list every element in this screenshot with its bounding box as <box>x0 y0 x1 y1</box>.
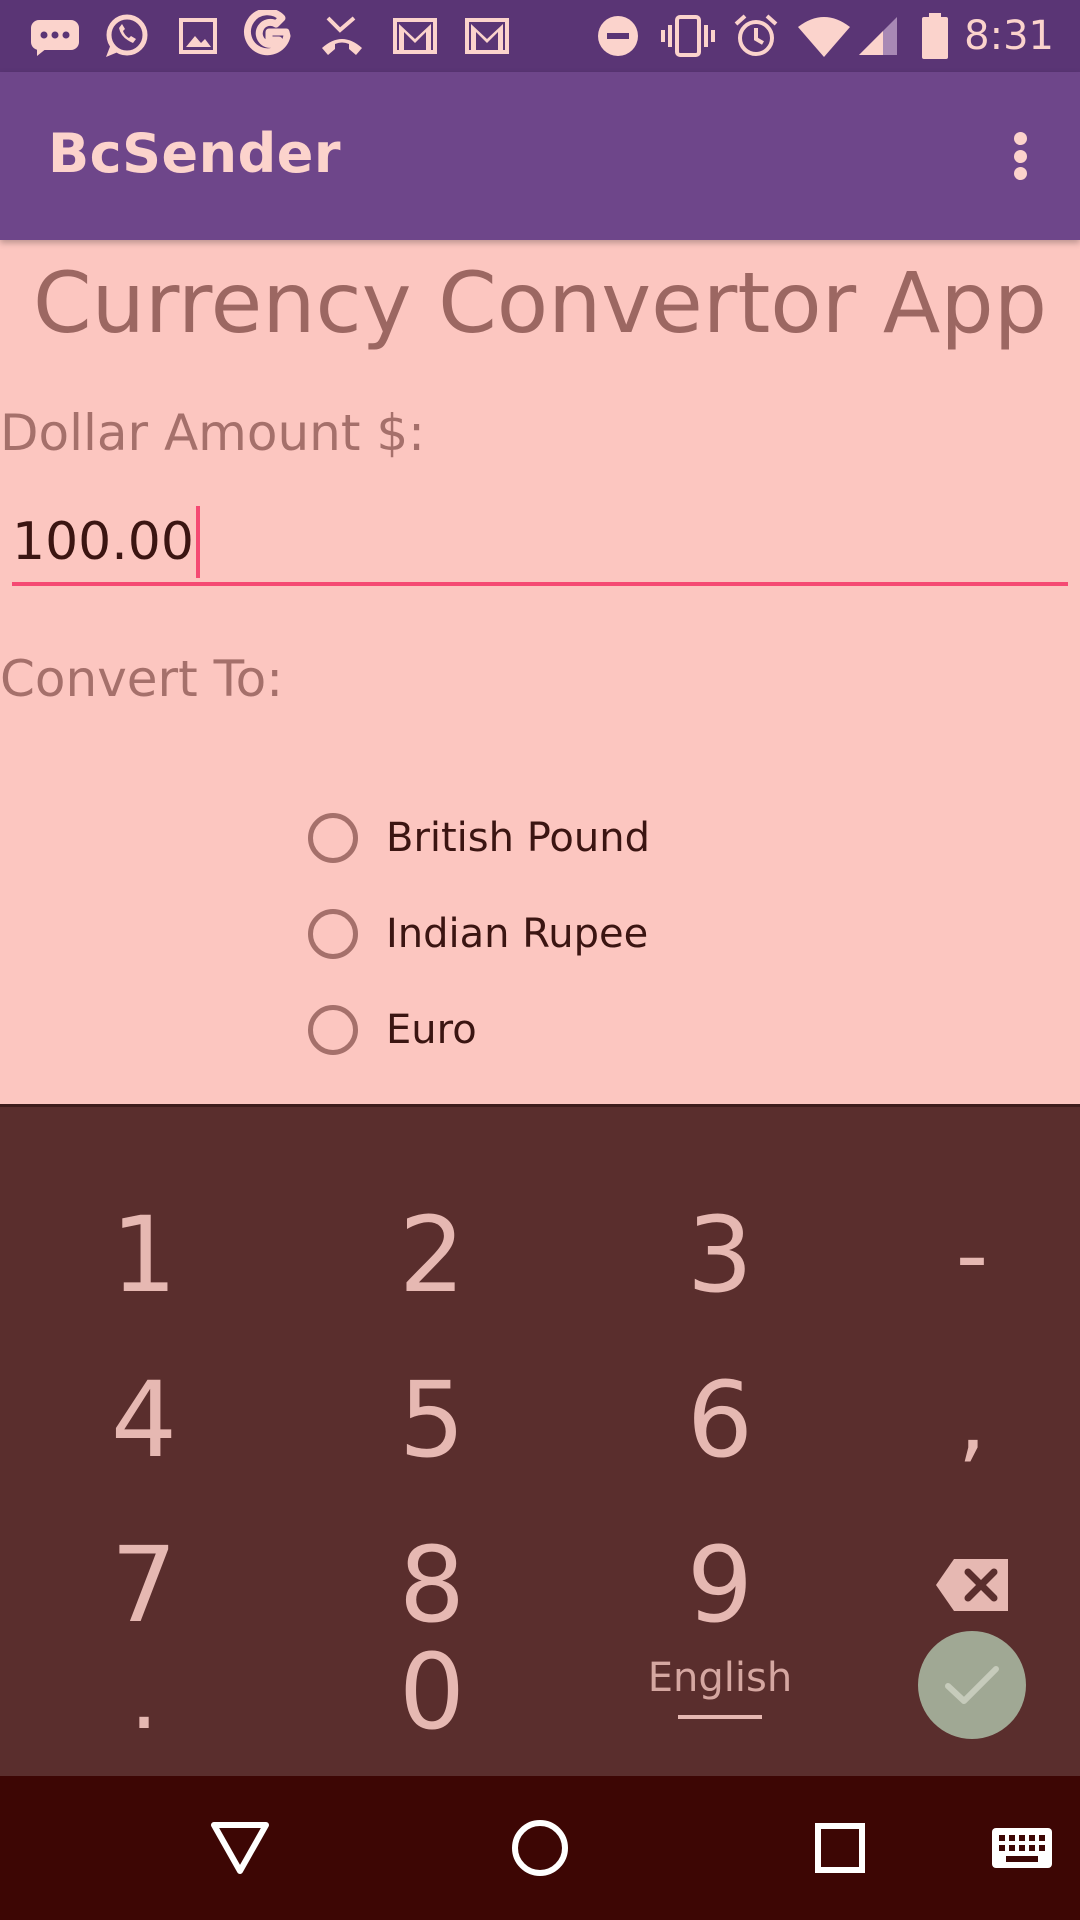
key-4[interactable]: 4 <box>44 1350 244 1490</box>
key-9[interactable]: 9 <box>620 1515 820 1655</box>
key-minus[interactable]: - <box>872 1185 1072 1325</box>
app-title: BcSender <box>48 122 342 185</box>
radio-label: British Pound <box>386 815 650 861</box>
messaging-icon <box>28 12 82 60</box>
do-not-disturb-icon <box>594 12 642 60</box>
convert-to-label: Convert To: <box>0 650 284 708</box>
radio-button-icon[interactable] <box>308 909 358 959</box>
wifi-icon <box>796 12 852 60</box>
status-bar: 8:31 <box>0 0 1080 72</box>
dollar-amount-label: Dollar Amount $: <box>0 404 425 462</box>
text-cursor <box>195 506 200 578</box>
key-2[interactable]: 2 <box>332 1185 532 1325</box>
dollar-amount-input[interactable]: 100.00 <box>12 496 1068 586</box>
key-6[interactable]: 6 <box>620 1350 820 1490</box>
alarm-icon <box>732 12 780 60</box>
numeric-keyboard: 1 2 3 - 4 5 6 , 7 8 9 . 0 English <box>0 1104 1080 1776</box>
status-time: 8:31 <box>964 13 1054 59</box>
radio-button-icon[interactable] <box>308 813 358 863</box>
key-3[interactable]: 3 <box>620 1185 820 1325</box>
navigation-bar <box>0 1776 1080 1920</box>
key-0[interactable]: 0 <box>332 1622 532 1762</box>
radio-british-pound[interactable]: British Pound <box>308 790 650 886</box>
home-icon[interactable] <box>504 1812 576 1884</box>
vibrate-icon <box>660 12 716 60</box>
keyboard-switch-icon[interactable] <box>984 1812 1060 1884</box>
language-label: English <box>647 1655 793 1701</box>
app-bar: BcSender <box>0 72 1080 240</box>
radio-label: Euro <box>386 1007 477 1053</box>
gmail-icon <box>390 12 440 60</box>
dollar-amount-value: 100.00 <box>12 512 194 572</box>
battery-icon <box>918 12 952 60</box>
gmail-icon <box>462 12 512 60</box>
gallery-icon <box>174 12 222 60</box>
key-1[interactable]: 1 <box>44 1185 244 1325</box>
cellular-signal-icon <box>856 12 900 60</box>
language-underline <box>678 1715 762 1719</box>
recents-icon[interactable] <box>804 1812 876 1884</box>
key-comma[interactable]: , <box>872 1350 1072 1490</box>
key-period[interactable]: . <box>44 1627 244 1767</box>
more-vert-icon[interactable] <box>990 124 1050 188</box>
whatsapp-icon <box>100 12 152 60</box>
google-icon <box>242 10 296 60</box>
radio-label: Indian Rupee <box>386 911 649 957</box>
missed-call-icon <box>316 12 368 60</box>
currency-radio-group: British Pound Indian Rupee Euro <box>308 790 650 1078</box>
check-icon[interactable] <box>918 1631 1026 1739</box>
key-5[interactable]: 5 <box>332 1350 532 1490</box>
language-key[interactable]: English <box>630 1637 810 1737</box>
back-icon[interactable] <box>204 1812 276 1884</box>
page-title: Currency Convertor App <box>32 254 1048 352</box>
radio-indian-rupee[interactable]: Indian Rupee <box>308 886 650 982</box>
radio-button-icon[interactable] <box>308 1005 358 1055</box>
radio-euro[interactable]: Euro <box>308 982 650 1078</box>
